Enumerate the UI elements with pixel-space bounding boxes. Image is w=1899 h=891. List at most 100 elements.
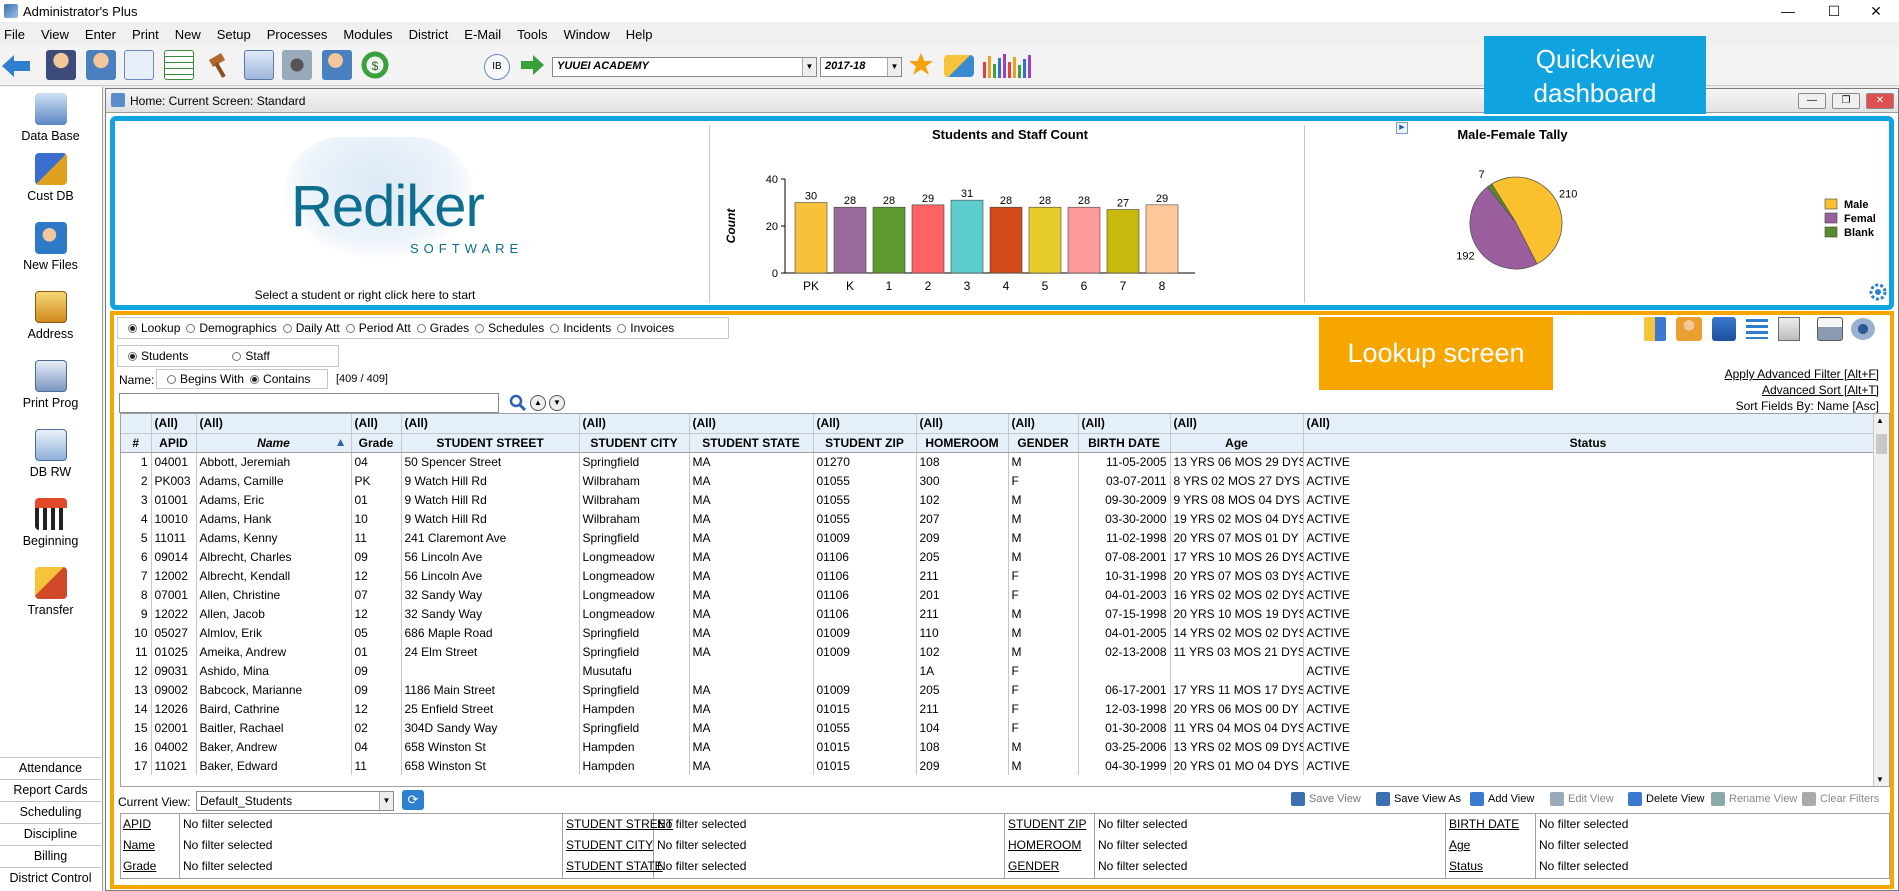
table-row[interactable]: 2 PK003 Adams, Camille PK 9 Watch Hill Rd Wil…	[121, 471, 1874, 490]
table-row[interactable]: 11 01025 Ameika, Andrew 01 24 Elm Street Spri…	[121, 642, 1874, 661]
filter-homeroom[interactable]: (All)	[916, 414, 1009, 434]
table-row[interactable]: 5 11011 Adams, Kenny 11 241 Claremont Ave Spr…	[121, 528, 1874, 547]
save-view-as-button[interactable]: Save View As	[1376, 792, 1461, 806]
table-row[interactable]: 16 04002 Baker, Andrew 04 658 Winston St Hamp…	[121, 737, 1874, 756]
family-icon[interactable]	[1676, 317, 1702, 341]
tab-lookup[interactable]: Lookup	[122, 321, 180, 335]
nav-beginning[interactable]: Beginning	[0, 498, 101, 548]
filter-apid[interactable]: (All)	[151, 414, 197, 434]
tab-invoices[interactable]: Invoices	[611, 321, 674, 335]
menu-new[interactable]: New	[167, 27, 209, 42]
table-vertical-scrollbar[interactable]: ▲ ▼	[1873, 414, 1889, 786]
rename-view-button[interactable]: Rename View	[1711, 792, 1797, 806]
messages-icon[interactable]	[944, 55, 974, 77]
radio-begins-with[interactable]: Begins With	[161, 372, 244, 386]
maximize-button[interactable]: ☐	[1811, 0, 1857, 22]
clear-filters-button[interactable]: Clear Filters	[1802, 792, 1879, 806]
column-header-state[interactable]: STUDENT STATE	[689, 433, 814, 453]
filter-status[interactable]: (All)	[1303, 414, 1874, 434]
table-row[interactable]: 13 09002 Babcock, Marianne 09 1186 Main Stre…	[121, 680, 1874, 699]
table-row[interactable]: 8 07001 Allen, Christine 07 32 Sandy Way Long…	[121, 585, 1874, 604]
list-icon[interactable]	[1746, 319, 1768, 339]
filter-grade[interactable]: (All)	[351, 414, 402, 434]
scroll-up-icon[interactable]: ▲	[1876, 416, 1884, 425]
nav-print-prog[interactable]: Print Prog	[0, 360, 101, 410]
nav-data-base[interactable]: Data Base	[0, 93, 101, 143]
minimize-button[interactable]: —	[1765, 0, 1811, 22]
filter-zip[interactable]: (All)	[813, 414, 917, 434]
filter-label-state[interactable]: STUDENT STATE	[566, 859, 663, 873]
filter-label-apid[interactable]: APID	[123, 817, 151, 831]
previous-arrow-icon[interactable]: ▲	[530, 395, 546, 411]
user-clock-icon[interactable]	[322, 50, 352, 80]
menu-processes[interactable]: Processes	[259, 27, 336, 42]
nav-report-cards[interactable]: Report Cards	[0, 779, 101, 801]
filter-age[interactable]: (All)	[1170, 414, 1304, 434]
ib-icon[interactable]: IB	[484, 54, 510, 80]
options-gear-icon[interactable]	[1851, 318, 1875, 340]
gavel-icon[interactable]	[204, 50, 234, 80]
refresh-view-icon[interactable]: ⟳	[402, 790, 424, 810]
menu-help[interactable]: Help	[618, 27, 661, 42]
filter-name[interactable]: (All)	[196, 414, 352, 434]
filter-label-city[interactable]: STUDENT CITY	[566, 838, 653, 852]
table-row[interactable]: 10 05027 Almlov, Erik 05 686 Maple Road Sprin…	[121, 623, 1874, 642]
nav-billing[interactable]: Billing	[0, 845, 101, 867]
table-row[interactable]: 1 04001 Abbott, Jeremiah 04 50 Spencer Stree…	[121, 452, 1874, 471]
print-icon[interactable]	[1817, 317, 1843, 341]
nav-address[interactable]: Address	[0, 291, 101, 341]
radio-contains[interactable]: Contains	[244, 372, 310, 386]
tab-grades[interactable]: Grades	[411, 321, 469, 335]
export-icon[interactable]	[1712, 317, 1736, 341]
filter-city[interactable]: (All)	[579, 414, 690, 434]
export-arrow-icon[interactable]	[517, 50, 547, 80]
start-prompt[interactable]: Select a student or right click here to …	[175, 288, 555, 302]
books-icon[interactable]	[1644, 317, 1666, 341]
column-header-city[interactable]: STUDENT CITY	[579, 433, 690, 453]
column-header-status[interactable]: Status	[1303, 433, 1874, 453]
column-header-street[interactable]: STUDENT STREET	[401, 433, 580, 453]
column-header-zip[interactable]: STUDENT ZIP	[813, 433, 917, 453]
nav-attendance[interactable]: Attendance	[0, 757, 101, 779]
tab-demographics[interactable]: Demographics	[180, 321, 277, 335]
table-row[interactable]: 3 01001 Adams, Eric 01 9 Watch Hill Rd Wilbra…	[121, 490, 1874, 509]
radio-students[interactable]: Students	[122, 349, 188, 363]
menu-enter[interactable]: Enter	[77, 27, 124, 42]
current-view-select[interactable]: Default_Students ▼	[196, 791, 394, 811]
scroll-thumb[interactable]	[1876, 434, 1887, 454]
column-header-grade[interactable]: Grade	[351, 433, 402, 453]
school-select[interactable]: YUUEI ACADEMY ▼	[552, 57, 817, 77]
back-arrow-icon[interactable]	[0, 52, 30, 82]
inner-restore-button[interactable]: ❐	[1832, 93, 1860, 109]
filter-label-grade[interactable]: Grade	[123, 859, 156, 873]
current-view-arrow-icon[interactable]: ▼	[379, 792, 393, 810]
column-header-number[interactable]: #	[121, 433, 152, 453]
student-icon[interactable]	[46, 50, 76, 80]
tab-incidents[interactable]: Incidents	[544, 321, 611, 335]
year-select-arrow-icon[interactable]: ▼	[887, 58, 901, 76]
hourglass-icon[interactable]	[1778, 317, 1800, 341]
menu-district[interactable]: District	[401, 27, 457, 42]
filter-label-homeroom[interactable]: HOMEROOM	[1008, 838, 1081, 852]
filter-label-name[interactable]: Name	[123, 838, 155, 852]
next-arrow-icon[interactable]: ▼	[549, 395, 565, 411]
bar-chart-icon[interactable]	[982, 50, 1040, 80]
column-header-homeroom[interactable]: HOMEROOM	[916, 433, 1009, 453]
staff-icon[interactable]	[86, 50, 116, 80]
filter-label-gender[interactable]: GENDER	[1008, 859, 1059, 873]
filter-state[interactable]: (All)	[689, 414, 814, 434]
add-view-button[interactable]: Add View	[1470, 792, 1534, 806]
column-header-age[interactable]: Age	[1170, 433, 1304, 453]
nav-district-control[interactable]: District Control	[0, 867, 101, 889]
save-view-button[interactable]: Save View	[1291, 792, 1361, 806]
filter-street[interactable]: (All)	[401, 414, 580, 434]
filter-label-age[interactable]: Age	[1449, 838, 1470, 852]
refresh-icon[interactable]: $	[360, 50, 390, 80]
nav-cust-db[interactable]: Cust DB	[0, 153, 101, 203]
inner-minimize-button[interactable]: —	[1798, 93, 1826, 109]
nav-db-rw[interactable]: DB RW	[0, 429, 101, 479]
billing-icon[interactable]	[244, 50, 274, 80]
menu-setup[interactable]: Setup	[209, 27, 259, 42]
menu-print[interactable]: Print	[124, 27, 167, 42]
filter-gender[interactable]: (All)	[1008, 414, 1079, 434]
